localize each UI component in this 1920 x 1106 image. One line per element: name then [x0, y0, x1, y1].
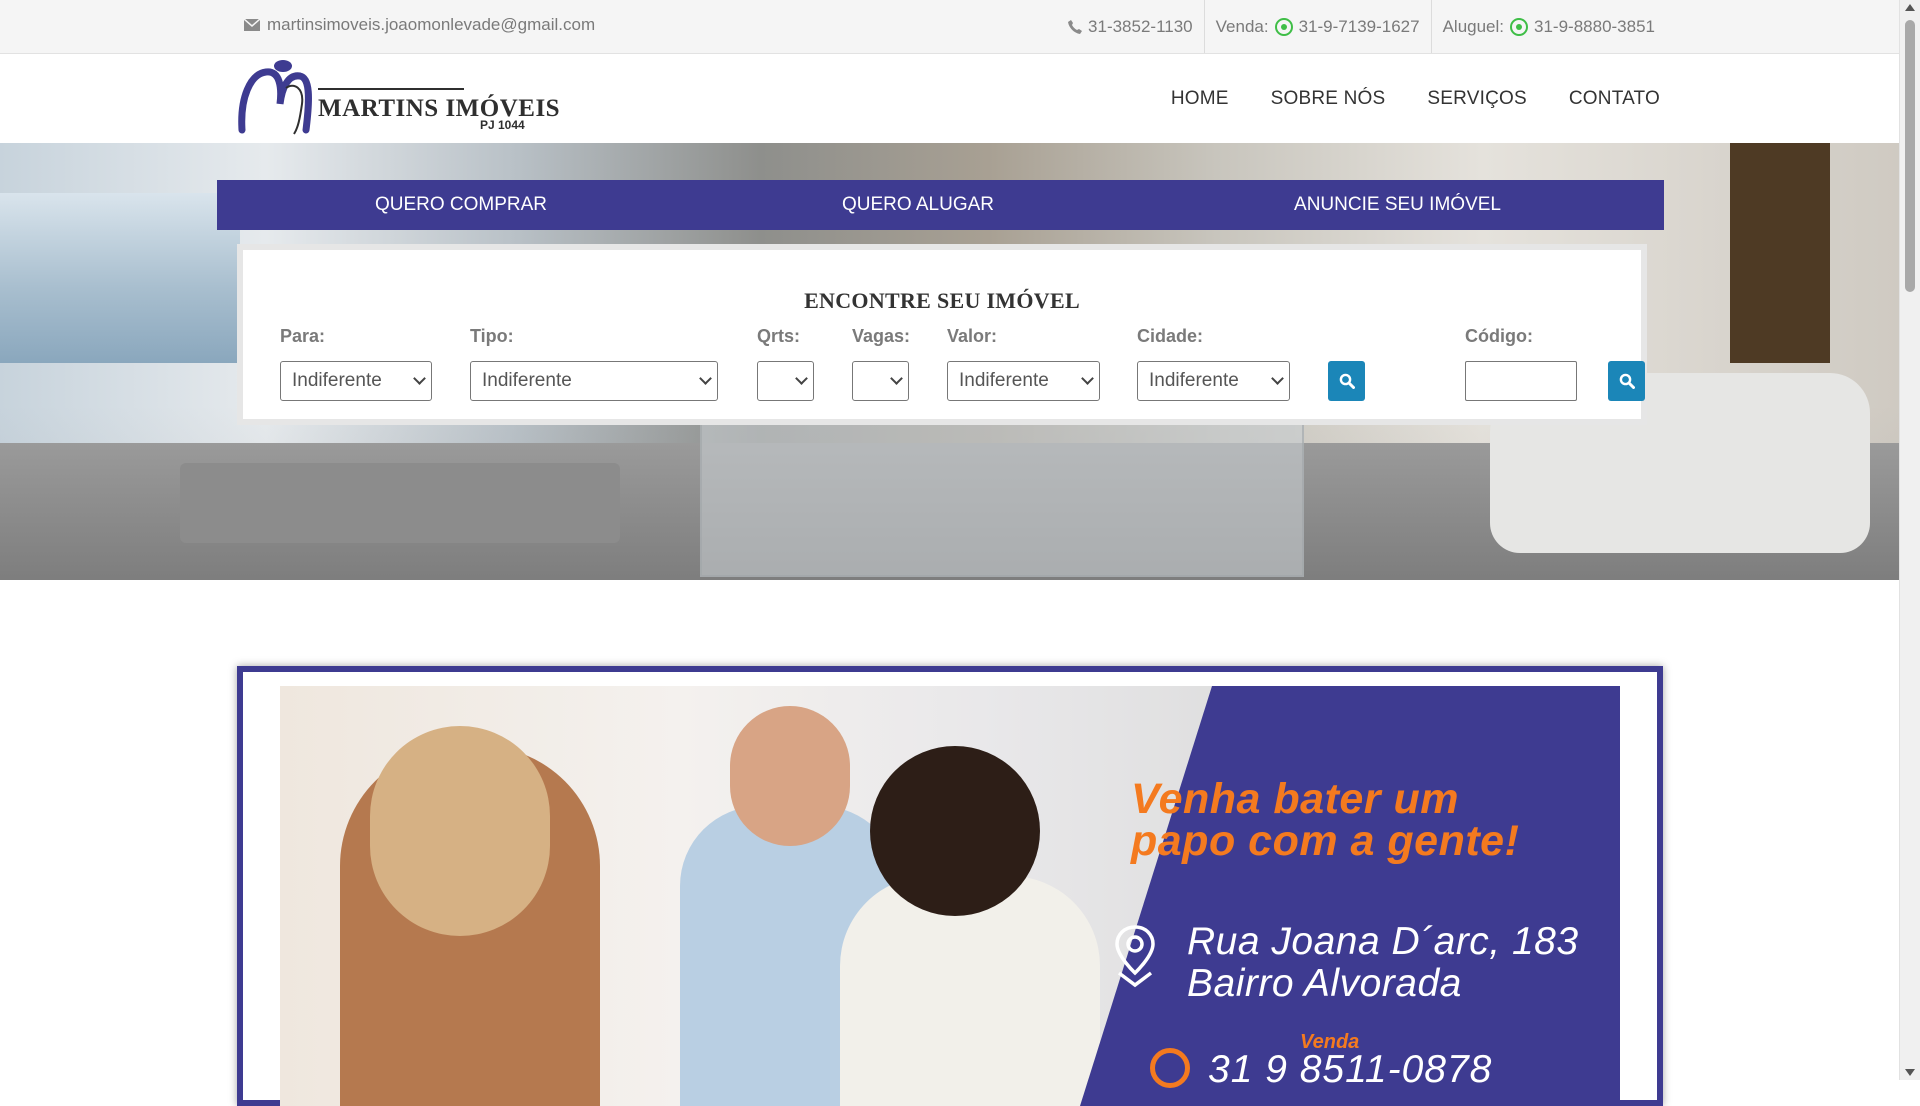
hero-window-view [0, 193, 240, 363]
vagas-select[interactable] [852, 361, 909, 401]
venda-number: 31-9-7139-1627 [1298, 16, 1420, 36]
nav-home[interactable]: HOME [1171, 88, 1229, 110]
search-form: ENCONTRE SEU IMÓVEL Para: Indiferente Ti… [237, 244, 1647, 425]
scroll-up-arrow-icon[interactable] [1905, 4, 1915, 11]
banner-phone: 31 9 8511-0878 [1208, 1048, 1493, 1091]
tab-anuncie-seu-imovel[interactable]: ANUNCIE SEU IMÓVEL [1131, 180, 1664, 230]
qrts-select[interactable] [757, 361, 814, 401]
search-button[interactable] [1328, 361, 1365, 401]
client-woman-hair [870, 746, 1040, 916]
chevron-down-icon [1081, 372, 1094, 385]
banner-address-district: Bairro Alvorada [1187, 962, 1462, 1005]
chevron-down-icon [890, 372, 903, 385]
venda-label: Venda: [1215, 16, 1269, 36]
aluguel-label: Aluguel: [1442, 16, 1505, 36]
valor-select[interactable]: Indiferente [947, 361, 1100, 401]
hero-glass-table [700, 423, 1304, 577]
email-text: martinsimoveis.joaomonlevade@gmail.com [267, 15, 596, 34]
valor-label: Valor: [947, 326, 998, 346]
codigo-label: Código: [1465, 326, 1533, 346]
aluguel-number: 31-9-8880-3851 [1534, 16, 1655, 36]
hero-wine-cabinet [1730, 143, 1830, 363]
search-title: ENCONTRE SEU IMÓVEL [804, 288, 1080, 313]
cidade-label: Cidade: [1137, 326, 1204, 346]
search-icon [1619, 373, 1635, 389]
phone-icon [1068, 19, 1083, 34]
aluguel-phone[interactable]: Aluguel: 31-9-8880-3851 [1430, 0, 1666, 53]
location-pin-icon [1115, 925, 1155, 988]
main-nav: HOME SOBRE NÓS SERVIÇOS CONTATO [1171, 54, 1660, 143]
para-label: Para: [280, 326, 326, 346]
whatsapp-icon [1510, 17, 1529, 36]
headline-line-2: papo com a gente! [1131, 817, 1520, 865]
vagas-label: Vagas: [852, 326, 911, 346]
tab-quero-comprar[interactable]: QUERO COMPRAR [217, 180, 705, 230]
nav-contato[interactable]: CONTATO [1569, 88, 1660, 110]
envelope-icon [244, 19, 260, 31]
codigo-search-button[interactable] [1608, 361, 1645, 401]
nav-servicos[interactable]: SERVIÇOS [1427, 88, 1526, 110]
valor-value: Indiferente [959, 370, 1049, 391]
contact-phones: 31-3852-1130 Venda: 31-9-7139-1627 Alugu… [1057, 0, 1666, 53]
chevron-down-icon [795, 372, 808, 385]
agent-hair [370, 726, 550, 936]
logo-registration: PJ 1044 [480, 118, 525, 132]
landline-phone[interactable]: 31-3852-1130 [1057, 0, 1204, 53]
whatsapp-icon [1274, 17, 1293, 36]
nav-sobre-nos[interactable]: SOBRE NÓS [1271, 88, 1386, 110]
page-scrollbar[interactable] [1899, 0, 1920, 1080]
para-select[interactable]: Indiferente [280, 361, 432, 401]
codigo-input[interactable] [1465, 361, 1577, 401]
scroll-down-arrow-icon[interactable] [1905, 1069, 1915, 1076]
tipo-label: Tipo: [470, 326, 514, 346]
logo-divider [318, 88, 464, 90]
chevron-down-icon [699, 372, 712, 385]
tab-quero-alugar[interactable]: QUERO ALUGAR [705, 180, 1131, 230]
promo-banner[interactable]: Venha bater um papo com a gente! Rua Joa… [280, 686, 1620, 1106]
hero-bench [180, 463, 620, 543]
phone-icon [1150, 1048, 1190, 1088]
qrts-label: Qrts: [757, 326, 801, 346]
chevron-down-icon [1271, 372, 1284, 385]
cidade-value: Indiferente [1149, 370, 1239, 391]
client-man-head [730, 706, 850, 846]
search-tabs: QUERO COMPRAR QUERO ALUGAR ANUNCIE SEU I… [217, 180, 1664, 230]
search-icon [1339, 373, 1355, 389]
scroll-thumb[interactable] [1905, 20, 1915, 292]
headline-line-1: Venha bater um [1131, 775, 1459, 823]
cidade-select[interactable]: Indiferente [1137, 361, 1290, 401]
venda-phone[interactable]: Venda: 31-9-7139-1627 [1203, 0, 1431, 53]
banner-headline: Venha bater um papo com a gente! [1131, 775, 1591, 865]
top-bar: martinsimoveis.joaomonlevade@gmail.com 3… [0, 0, 1900, 54]
chevron-down-icon [413, 372, 426, 385]
email-contact[interactable]: martinsimoveis.joaomonlevade@gmail.com [244, 15, 595, 35]
para-value: Indiferente [292, 370, 382, 391]
tipo-value: Indiferente [482, 370, 572, 391]
tipo-select[interactable]: Indiferente [470, 361, 718, 401]
landline-number: 31-3852-1130 [1088, 16, 1193, 36]
banner-address-street: Rua Joana D´arc, 183 [1187, 920, 1579, 963]
